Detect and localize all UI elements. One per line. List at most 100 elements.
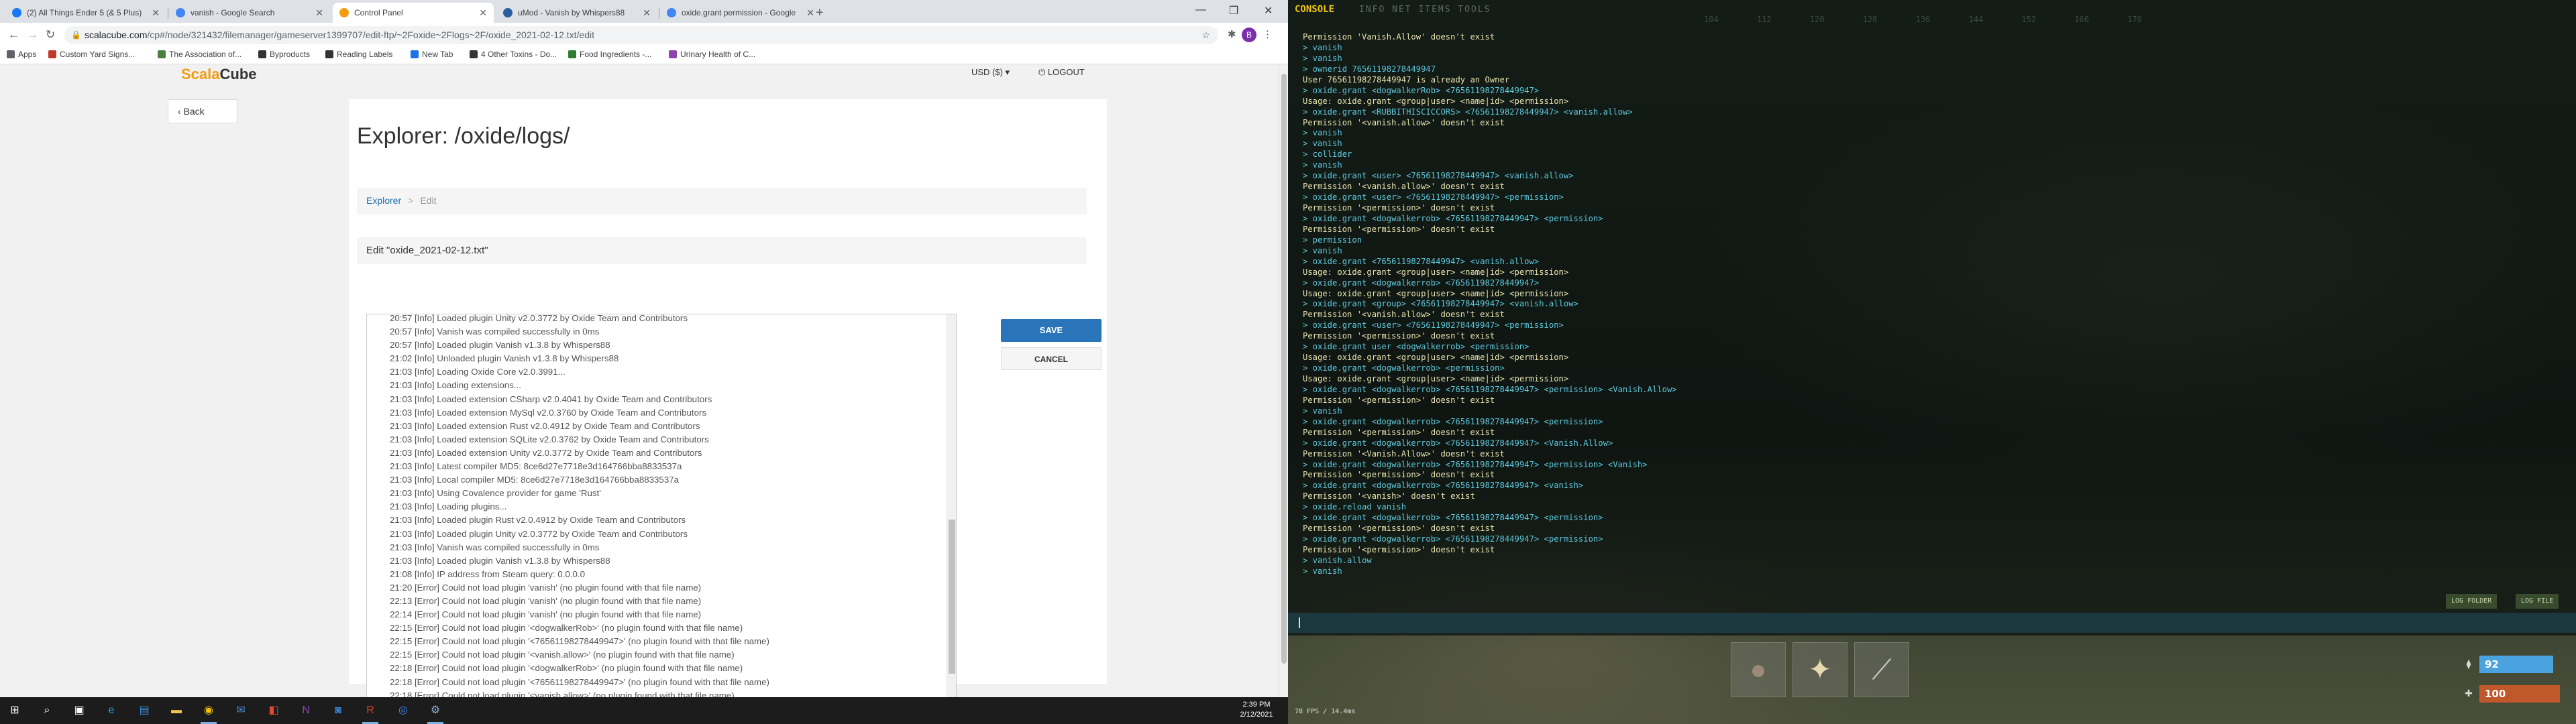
reload-icon[interactable]: ↻ xyxy=(46,28,55,42)
input-caret xyxy=(1299,617,1300,628)
forward-arrow-icon[interactable]: → xyxy=(27,28,38,42)
log-file-button[interactable]: LOG FILE xyxy=(2516,594,2559,609)
camera-icon[interactable]: ◙ xyxy=(330,703,346,719)
tab-favicon-icon xyxy=(503,8,513,17)
office-icon[interactable]: ◧ xyxy=(266,703,282,719)
log-line: 22:13 [Error] Could not load plugin 'van… xyxy=(390,595,702,606)
store-icon[interactable]: ▤ xyxy=(136,703,152,719)
bookmark-label: Urinary Health of C... xyxy=(680,50,756,59)
task-view-icon[interactable]: ▣ xyxy=(71,703,87,719)
minimize-button[interactable]: — xyxy=(1195,4,1206,16)
back-arrow-icon[interactable]: ← xyxy=(8,28,19,42)
bookmark-label: New Tab xyxy=(422,50,453,59)
file-explorer-icon[interactable]: ▬ xyxy=(168,703,184,719)
lock-icon[interactable]: 🔒 xyxy=(71,26,81,44)
hotbar-slot-knife[interactable]: ⟋ xyxy=(1854,642,1909,697)
textarea-scrollbar[interactable] xyxy=(947,314,956,697)
chrome-menu-icon[interactable]: ⋮ xyxy=(1263,28,1273,40)
back-button[interactable]: ‹ Back xyxy=(168,99,237,123)
close-tab-icon[interactable]: ✕ xyxy=(479,7,487,19)
extensions-icon[interactable]: ✱ xyxy=(1228,28,1236,40)
bookmark-item[interactable]: The Association of... xyxy=(158,50,241,59)
tab-5[interactable]: oxide.grant permission - Google ✕ xyxy=(660,3,821,23)
tab-1[interactable]: (2) All Things Ender 5 (& 5 Plus) ✕ xyxy=(5,3,166,23)
bookmark-item[interactable]: Apps xyxy=(7,50,36,59)
console-output-line: Permission '<permission>' doesn't exist xyxy=(1303,224,1495,234)
bookmark-item[interactable]: Reading Labels xyxy=(325,50,392,59)
chrome-icon[interactable]: ◉ xyxy=(201,703,217,719)
console-output-line: Permission '<vanish.allow>' doesn't exis… xyxy=(1303,182,1505,192)
log-folder-button[interactable]: LOG FOLDER xyxy=(2446,594,2498,609)
currency-selector[interactable]: USD ($) ▾ xyxy=(971,67,1010,78)
hotbar-slot-torch[interactable]: ✦ xyxy=(1792,642,1847,697)
hydration-icon: ⧫ xyxy=(2466,659,2471,670)
log-line: 22:14 [Error] Could not load plugin 'van… xyxy=(390,609,702,620)
rust-game-icon[interactable]: R xyxy=(362,703,378,719)
mail-icon[interactable]: ✉ xyxy=(233,703,249,719)
search-icon[interactable]: ⌕ xyxy=(39,703,55,719)
avatar[interactable]: B xyxy=(1242,27,1256,42)
bookmark-item[interactable]: New Tab xyxy=(411,50,453,59)
bookmark-label: The Association of... xyxy=(169,50,242,59)
log-line: 21:03 [Info] Loaded extension MySql v2.0… xyxy=(390,407,707,418)
steam-icon[interactable]: ⚙ xyxy=(427,703,443,719)
file-editor-card: Explorer: /oxide/logs/ Explorer > Edit Edi… xyxy=(349,99,1107,697)
console-output-line: Permission '<permission>' doesn't exist xyxy=(1303,524,1495,534)
close-tab-icon[interactable]: ✕ xyxy=(643,7,651,19)
logout-link[interactable]: ⏻ LOGOUT xyxy=(1038,67,1085,78)
address-bar-row: ← → ↻ 🔒 scalacube.com/cp#/node/321432/fi… xyxy=(0,23,1288,47)
bookmark-label: Byproducts xyxy=(270,50,311,59)
console-title[interactable]: CONSOLE xyxy=(1295,4,1334,15)
onenote-icon[interactable]: N xyxy=(298,703,314,719)
scalacube-logo[interactable]: ScalaCube xyxy=(181,66,257,83)
close-tab-icon[interactable]: ✕ xyxy=(152,7,160,19)
edge-icon[interactable]: e xyxy=(103,703,119,719)
log-line: 22:15 [Error] Could not load plugin '<76… xyxy=(390,636,769,647)
url-path: /cp#/node/321432/filemanager/gameserver1… xyxy=(147,29,595,40)
console-output-line: Usage: oxide.grant <group|user> <name|id… xyxy=(1303,374,1569,383)
console-command-line: > vanish xyxy=(1303,406,1342,416)
tab-title: vanish - Google Search xyxy=(191,8,275,17)
console-command-line: > vanish xyxy=(1303,566,1342,576)
maximize-button[interactable]: ❐ xyxy=(1229,4,1238,17)
cancel-button[interactable]: CANCEL xyxy=(1001,347,1102,370)
bookmarks-bar: Apps Custom Yard Signs... The Association … xyxy=(0,47,1288,64)
bookmark-item[interactable]: Urinary Health of C... xyxy=(669,50,755,59)
page-scroll-thumb[interactable] xyxy=(1281,74,1287,664)
windows-start-icon[interactable]: ⊞ xyxy=(7,703,23,719)
hotbar-slot-stone[interactable]: ● xyxy=(1731,642,1786,697)
console-command-line: > vanish xyxy=(1303,245,1342,255)
console-command-line: > oxide.grant <dogwalkerrob> <7656119827… xyxy=(1303,278,1540,288)
console-output-line: Permission '<permission>' doesn't exist xyxy=(1303,395,1495,405)
close-tab-icon[interactable]: ✕ xyxy=(806,7,814,19)
textarea-scroll-thumb[interactable] xyxy=(949,520,955,674)
close-window-button[interactable]: ✕ xyxy=(1264,4,1273,17)
bookmark-item[interactable]: Custom Yard Signs... xyxy=(48,50,135,59)
tab-3[interactable]: Control Panel ✕ xyxy=(333,3,494,23)
breadcrumb-explorer-link[interactable]: Explorer xyxy=(366,195,401,206)
console-output-line: Permission '<Vanish.Allow>' doesn't exis… xyxy=(1303,448,1505,459)
log-line: 20:57 [Info] Vanish was compiled success… xyxy=(390,326,600,337)
log-line: 21:03 [Info] Latest compiler MD5: 8ce6d2… xyxy=(390,461,682,472)
console-output-line: Permission '<permission>' doesn't exist xyxy=(1303,545,1495,554)
close-tab-icon[interactable]: ✕ xyxy=(315,7,323,19)
bookmark-label: 4 Other Toxins - Do... xyxy=(481,50,557,59)
file-content-textarea[interactable]: 20:57 [Info] Loaded plugin Unity v2.0.37… xyxy=(366,314,957,697)
page-scrollbar[interactable] xyxy=(1279,64,1288,697)
bookmark-item[interactable]: Byproducts xyxy=(258,50,310,59)
new-tab-button[interactable]: + xyxy=(816,5,824,21)
console-command-input[interactable] xyxy=(1288,613,2576,633)
taskbar-clock[interactable]: 2:39 PM 2/12/2021 xyxy=(1233,700,1280,720)
chrome-profile-icon[interactable]: ◎ xyxy=(395,703,411,719)
save-button[interactable]: SAVE xyxy=(1001,319,1102,342)
bookmark-item[interactable]: 4 Other Toxins - Do... xyxy=(470,50,557,59)
url-input[interactable]: 🔒 scalacube.com/cp#/node/321432/filemana… xyxy=(64,26,1218,44)
bookmark-star-icon[interactable]: ☆ xyxy=(1201,26,1210,44)
tab-favicon-icon xyxy=(667,8,676,17)
browser-window: (2) All Things Ender 5 (& 5 Plus) ✕ vanish… xyxy=(0,0,1288,697)
console-tabs[interactable]: INFO NET ITEMS TOOLS xyxy=(1359,5,1491,15)
log-line: 21:03 [Info] Loaded extension CSharp v2.… xyxy=(390,394,712,404)
tab-2[interactable]: vanish - Google Search ✕ xyxy=(169,3,330,23)
tab-4[interactable]: uMod - Vanish by Whispers88 ✕ xyxy=(496,3,657,23)
bookmark-item[interactable]: Food Ingredients -... xyxy=(568,50,651,59)
